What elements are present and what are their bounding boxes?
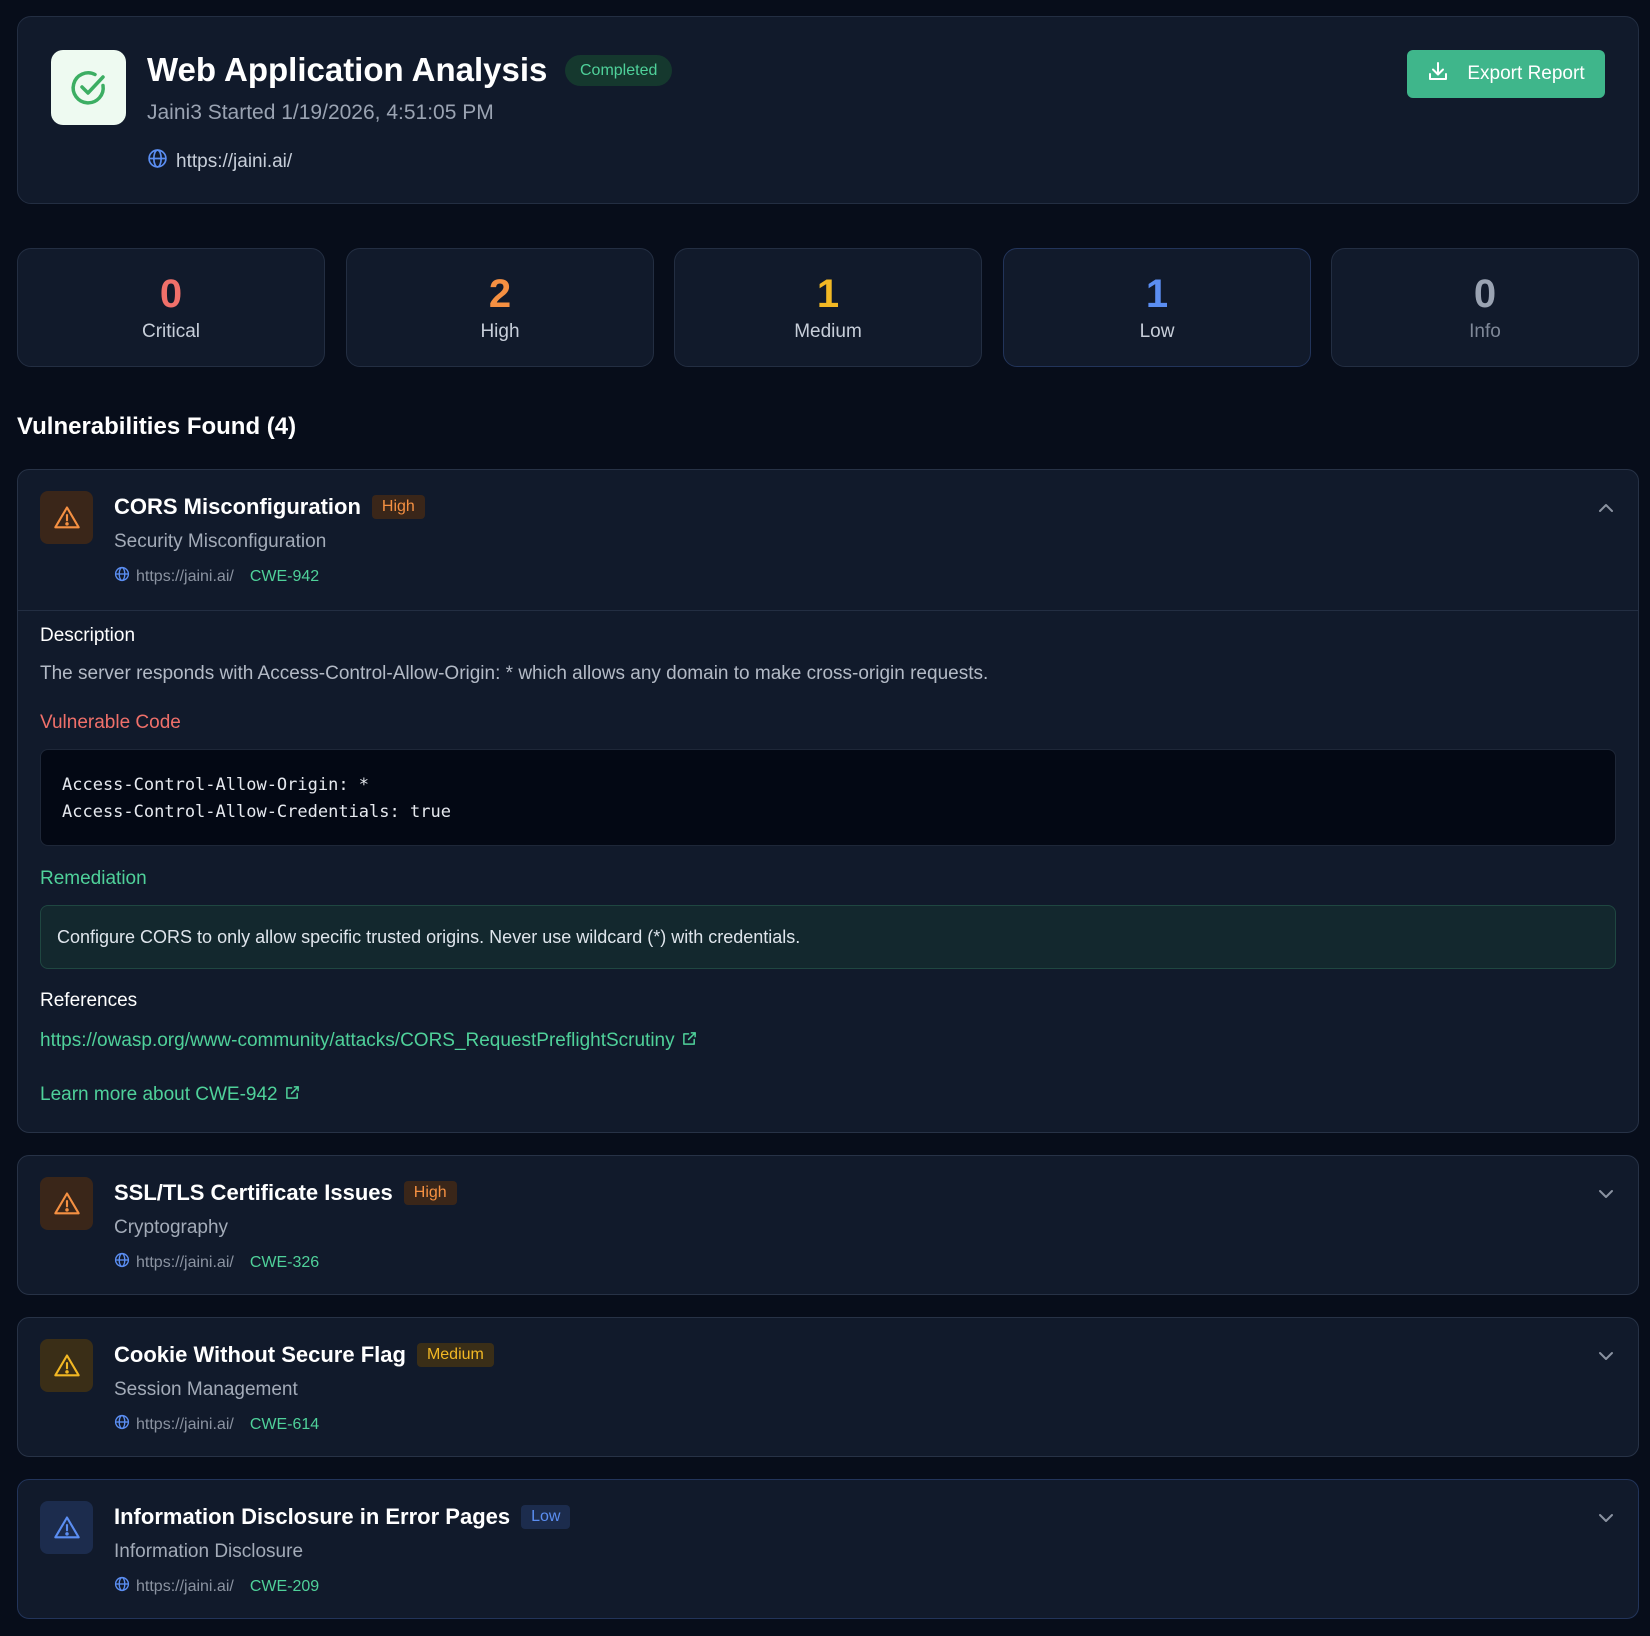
cwe-id[interactable]: CWE-614 xyxy=(250,1416,319,1434)
vulnerability-category: Cryptography xyxy=(114,1217,229,1238)
vulnerability-category: Security Misconfiguration xyxy=(114,531,327,552)
globe-icon xyxy=(114,566,130,587)
globe-icon xyxy=(147,148,168,175)
status-badge: Completed xyxy=(565,55,673,86)
references-label: References xyxy=(40,990,138,1011)
stat-value: 0 xyxy=(1473,272,1497,316)
vulnerability-url: https://jaini.ai/ xyxy=(136,1415,234,1433)
external-link-icon xyxy=(682,1030,697,1052)
vulnerability-title: Cookie Without Secure Flag xyxy=(114,1342,406,1367)
check-circle-icon xyxy=(51,50,126,125)
severity-badge: Medium xyxy=(416,1343,494,1367)
stat-label: High xyxy=(480,321,520,342)
vulnerability-title-row: Information Disclosure in Error Pages Lo… xyxy=(114,1504,571,1530)
export-report-label: Export Report xyxy=(1467,63,1585,84)
vulnerability-meta: https://jaini.ai/ CWE-942 xyxy=(114,566,319,587)
globe-icon xyxy=(114,1252,130,1273)
section-title: Vulnerabilities Found (4) xyxy=(17,413,297,440)
chevron-down-icon[interactable] xyxy=(1596,1346,1616,1371)
chevron-up-icon[interactable] xyxy=(1596,498,1616,523)
stat-high: 2 High xyxy=(346,248,654,367)
vulnerability-url: https://jaini.ai/ xyxy=(136,1577,234,1595)
vulnerable-code-block: Access-Control-Allow-Origin: * Access-Co… xyxy=(40,749,1616,846)
globe-icon xyxy=(114,1414,130,1435)
learn-more-text: Learn more about CWE-942 xyxy=(40,1084,278,1105)
vulnerability-detail: Description The server responds with Acc… xyxy=(18,610,1638,1105)
vulnerability-url: https://jaini.ai/ xyxy=(136,567,234,585)
stat-label: Critical xyxy=(141,321,201,342)
external-link-icon xyxy=(285,1084,300,1106)
stat-label: Info xyxy=(1469,321,1501,342)
scan-header: Web Application Analysis Completed Jaini… xyxy=(17,16,1639,204)
stat-value: 1 xyxy=(1145,272,1169,316)
chevron-down-icon[interactable] xyxy=(1596,1508,1616,1533)
vulnerable-code-label: Vulnerable Code xyxy=(40,712,181,733)
severity-badge: Low xyxy=(521,1505,571,1529)
vulnerability-category: Information Disclosure xyxy=(114,1541,304,1562)
stat-low: 1 Low xyxy=(1003,248,1311,367)
vulnerability-title-row: SSL/TLS Certificate Issues High xyxy=(114,1180,457,1206)
vulnerability-card[interactable]: SSL/TLS Certificate Issues High Cryptogr… xyxy=(17,1155,1639,1295)
cwe-id[interactable]: CWE-326 xyxy=(250,1254,319,1272)
vulnerability-title: Information Disclosure in Error Pages xyxy=(114,1504,511,1529)
vulnerability-url: https://jaini.ai/ xyxy=(136,1253,234,1271)
vulnerability-card[interactable]: Cookie Without Secure Flag Medium Sessio… xyxy=(17,1317,1639,1457)
remediation-text: Configure CORS to only allow specific tr… xyxy=(40,905,1616,969)
vulnerability-title-row: CORS Misconfiguration High xyxy=(114,494,425,520)
severity-badge: High xyxy=(371,495,425,519)
remediation-label: Remediation xyxy=(40,868,147,889)
export-report-button[interactable]: Export Report xyxy=(1407,50,1605,98)
cwe-id[interactable]: CWE-942 xyxy=(250,568,319,586)
stat-value: 1 xyxy=(816,272,840,316)
stat-critical: 0 Critical xyxy=(17,248,325,367)
vulnerability-title-row: Cookie Without Secure Flag Medium xyxy=(114,1342,494,1368)
stat-value: 2 xyxy=(488,272,512,316)
reference-link-text: https://owasp.org/www-community/attacks/… xyxy=(40,1030,675,1051)
stat-value: 0 xyxy=(159,272,183,316)
stat-medium: 1 Medium xyxy=(674,248,982,367)
cwe-id[interactable]: CWE-209 xyxy=(250,1578,319,1596)
vulnerability-card: CORS Misconfiguration High Security Misc… xyxy=(17,469,1639,1133)
warning-icon xyxy=(40,1339,93,1392)
vulnerability-meta: https://jaini.ai/ CWE-614 xyxy=(114,1414,319,1435)
reference-link[interactable]: https://owasp.org/www-community/attacks/… xyxy=(40,1030,697,1052)
chevron-down-icon[interactable] xyxy=(1596,1184,1616,1209)
vulnerability-meta: https://jaini.ai/ CWE-326 xyxy=(114,1252,319,1273)
learn-more-link[interactable]: Learn more about CWE-942 xyxy=(40,1084,300,1106)
stat-info: 0 Info xyxy=(1331,248,1639,367)
warning-icon xyxy=(40,1501,93,1554)
target-url-text: https://jaini.ai/ xyxy=(176,150,293,172)
stat-label: Low xyxy=(1139,321,1175,342)
download-icon xyxy=(1427,60,1449,88)
description-label: Description xyxy=(40,625,136,646)
warning-icon xyxy=(40,1177,93,1230)
vulnerability-title: SSL/TLS Certificate Issues xyxy=(114,1180,393,1205)
globe-icon xyxy=(114,1576,130,1597)
description-text: The server responds with Access-Control-… xyxy=(40,663,989,684)
severity-badge: High xyxy=(403,1181,457,1205)
warning-icon xyxy=(40,491,93,544)
vulnerability-meta: https://jaini.ai/ CWE-209 xyxy=(114,1576,319,1597)
page-title: Web Application Analysis xyxy=(147,51,548,88)
scan-subtitle: Jaini3 Started 1/19/2026, 4:51:05 PM xyxy=(147,101,494,124)
target-url: https://jaini.ai/ xyxy=(147,148,292,175)
vulnerability-card[interactable]: Information Disclosure in Error Pages Lo… xyxy=(17,1479,1639,1619)
stat-label: Medium xyxy=(794,321,862,342)
vulnerability-title: CORS Misconfiguration xyxy=(114,494,361,519)
vulnerability-category: Session Management xyxy=(114,1379,298,1400)
